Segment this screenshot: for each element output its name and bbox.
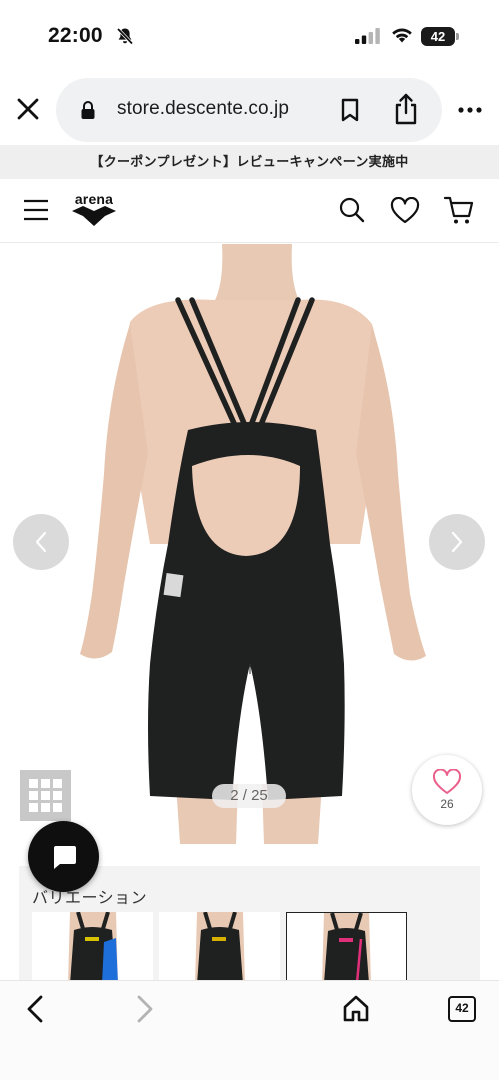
like-count: 26 xyxy=(440,797,454,811)
variation-thumbnail-black-blue[interactable] xyxy=(32,912,153,982)
cellular-signal-icon xyxy=(355,28,380,44)
variation-thumbnail-black-pink[interactable] xyxy=(286,912,407,982)
chevron-left-icon xyxy=(35,531,47,553)
share-icon[interactable] xyxy=(392,92,420,126)
hamburger-menu-icon[interactable] xyxy=(22,196,50,224)
close-icon[interactable] xyxy=(12,93,44,125)
promo-banner[interactable]: 【クーポンプレゼント】レビューキャンペーン実施中 xyxy=(0,145,499,179)
arena-logo[interactable]: arena xyxy=(70,192,118,228)
heart-outline-icon xyxy=(432,769,462,794)
wifi-icon xyxy=(392,28,412,43)
swimsuit-thumbnail-image xyxy=(322,913,371,982)
arena-diamond-mark xyxy=(72,206,116,226)
heart-icon[interactable] xyxy=(390,197,420,225)
chevron-right-icon xyxy=(451,531,463,553)
variation-section: バリエーション xyxy=(19,866,480,982)
chat-button[interactable] xyxy=(28,821,99,892)
bell-slash-icon xyxy=(116,27,134,45)
variation-thumbnail-black[interactable] xyxy=(159,912,280,982)
more-icon[interactable] xyxy=(455,98,487,122)
bookmark-icon[interactable] xyxy=(338,97,362,123)
product-image[interactable] xyxy=(0,244,499,844)
tabs-icon[interactable]: 42 xyxy=(448,996,476,1022)
next-image-button[interactable] xyxy=(429,514,485,570)
back-icon[interactable] xyxy=(22,994,50,1024)
prev-image-button[interactable] xyxy=(13,514,69,570)
image-counter: 2 / 25 xyxy=(212,784,286,808)
arena-logo-text: arena xyxy=(74,191,114,207)
browser-bottom-toolbar xyxy=(0,980,499,1080)
forward-icon[interactable] xyxy=(130,994,158,1024)
like-button[interactable]: 26 xyxy=(412,755,482,825)
lock-icon xyxy=(81,101,95,119)
home-icon[interactable] xyxy=(341,994,371,1024)
grid-view-button[interactable] xyxy=(20,770,71,821)
url-text[interactable]: store.descente.co.jp xyxy=(117,98,289,120)
grid-icon xyxy=(29,779,62,812)
swimsuit-thumbnail-image xyxy=(195,912,245,982)
clock: 22:00 xyxy=(48,24,103,47)
battery-icon: 42 xyxy=(421,27,459,46)
chat-bubble-icon xyxy=(54,846,76,869)
swimsuit-thumbnail-image xyxy=(68,912,118,982)
cart-icon[interactable] xyxy=(443,194,475,226)
swimsuit-model-illustration xyxy=(80,244,426,844)
search-icon[interactable] xyxy=(338,196,366,224)
status-bar: 22:00 42 xyxy=(0,0,499,72)
